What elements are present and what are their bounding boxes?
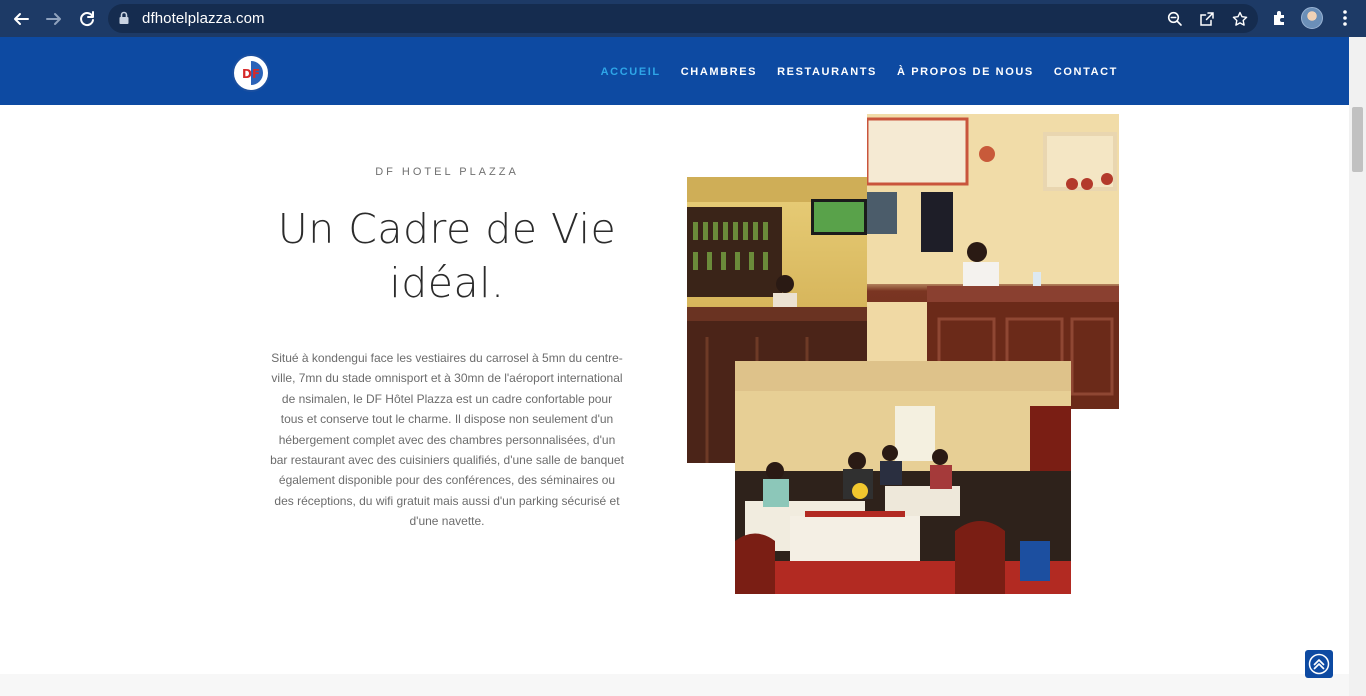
restaurant-photo (735, 361, 1071, 594)
lock-icon[interactable] (118, 11, 130, 25)
back-arrow-icon (14, 13, 29, 25)
bookmark-button[interactable] (1231, 11, 1249, 27)
menu-dots-icon (1343, 10, 1347, 26)
df-logo-icon: DF (238, 60, 264, 86)
double-chevron-up-icon (1308, 653, 1330, 675)
svg-text:DF: DF (242, 67, 260, 81)
page-scrollbar[interactable] (1349, 37, 1366, 696)
nav-item-restaurants[interactable]: RESTAURANTS (777, 66, 877, 78)
restaurant-photo-illustration (735, 361, 1071, 594)
forward-button[interactable] (42, 7, 66, 31)
back-to-top-button[interactable] (1305, 650, 1333, 678)
site-header: DF ACCUEIL CHAMBRES RESTAURANTS À PROPOS… (0, 37, 1349, 105)
reload-icon (80, 11, 94, 27)
site-logo[interactable]: DF (232, 54, 270, 92)
browser-menu-button[interactable] (1335, 8, 1355, 28)
extensions-icon (1274, 11, 1284, 25)
scrollbar-thumb[interactable] (1352, 107, 1363, 172)
back-button[interactable] (9, 7, 33, 31)
extensions-button[interactable] (1270, 8, 1290, 28)
share-button[interactable] (1198, 11, 1216, 27)
address-bar[interactable]: dfhotelplazza.com (108, 4, 1258, 33)
nav-item-chambres[interactable]: CHAMBRES (681, 66, 757, 78)
share-icon (1200, 12, 1214, 26)
zoom-icon (1167, 11, 1182, 26)
next-section-band (0, 674, 1349, 696)
zoom-button[interactable] (1166, 11, 1184, 27)
profile-avatar[interactable] (1301, 7, 1323, 29)
nav-item-accueil[interactable]: ACCUEIL (601, 66, 661, 78)
nav-item-a-propos[interactable]: À PROPOS DE NOUS (897, 66, 1034, 78)
star-icon (1232, 11, 1248, 26)
section-description: Situé à kondengui face les vestiaires du… (270, 351, 624, 529)
reload-button[interactable] (75, 7, 99, 31)
section-eyebrow: DF HOTEL PLAZZA (375, 166, 519, 178)
nav-item-contact[interactable]: CONTACT (1054, 66, 1118, 78)
browser-toolbar: dfhotelplazza.com (0, 0, 1366, 37)
section-headline: Un Cadre de Vie idéal. (277, 205, 617, 307)
forward-arrow-icon (46, 13, 61, 25)
main-nav: ACCUEIL CHAMBRES RESTAURANTS À PROPOS DE… (601, 66, 1118, 78)
url-text[interactable]: dfhotelplazza.com (142, 10, 265, 27)
